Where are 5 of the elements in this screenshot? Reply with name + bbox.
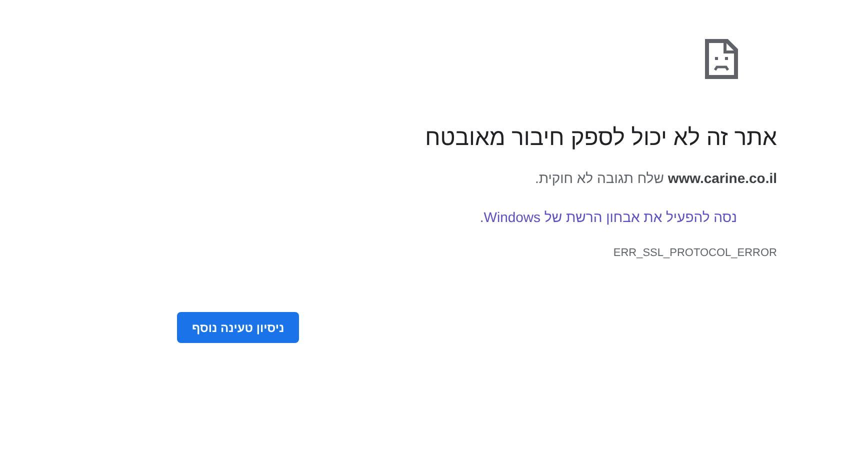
sad-page-icon xyxy=(705,39,738,79)
error-title: אתר זה לא יכול לספק חיבור מאובטח xyxy=(425,123,777,152)
network-diagnostics-link[interactable]: נסה להפעיל את אבחון הרשת של Windows. xyxy=(480,207,737,227)
reload-button[interactable]: ניסיון טעינה נוסף xyxy=(177,312,300,343)
error-code: ERR_SSL_PROTOCOL_ERROR xyxy=(613,247,777,259)
